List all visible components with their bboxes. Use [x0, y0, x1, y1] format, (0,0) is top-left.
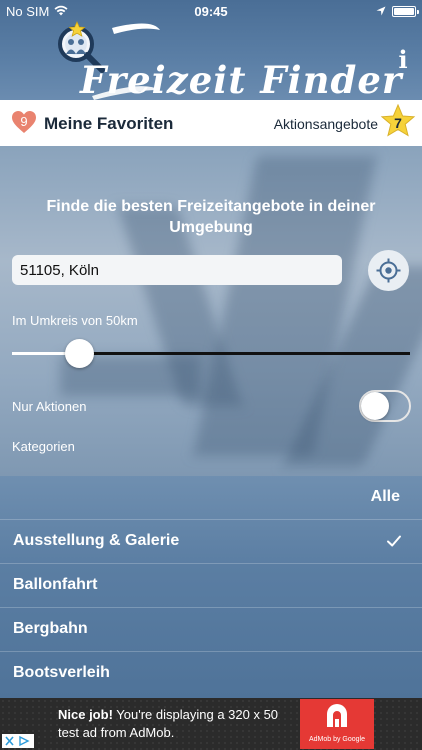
status-time: 09:45 — [194, 4, 228, 19]
radius-slider-thumb[interactable] — [65, 339, 95, 368]
ad-choices-button[interactable] — [2, 734, 34, 748]
ad-caption: AdMob by Google — [308, 736, 366, 743]
categories-label: Kategorien — [12, 439, 75, 454]
category-label: Ausstellung & Galerie — [13, 532, 180, 549]
admob-icon — [327, 704, 347, 727]
favorites-count: 9 — [20, 114, 28, 129]
actions-only-label: Nur Aktionen — [12, 399, 87, 414]
actions-offers-button[interactable]: Aktionsangebote — [274, 116, 378, 132]
category-label: Bergbahn — [13, 620, 88, 637]
ad-text: Nice job! You're displaying a 320 x 50 t… — [58, 706, 298, 742]
status-bar: No SIM 09:45 — [0, 0, 422, 22]
category-label: Bootsverleih — [13, 664, 110, 681]
ad-headline: Nice job! — [58, 707, 113, 722]
category-row[interactable]: Bootsverleih — [0, 651, 422, 695]
headline: Finde die besten Freizeitangebote in dei… — [46, 198, 376, 236]
radius-label: Im Umkreis von 50km — [12, 313, 138, 328]
locate-button[interactable] — [368, 250, 409, 291]
ad-banner[interactable]: Nice job! You're displaying a 320 x 50 t… — [0, 698, 422, 750]
battery-icon — [392, 6, 419, 17]
status-right — [376, 4, 419, 19]
info-button[interactable]: i — [394, 48, 412, 72]
actions-only-toggle[interactable] — [359, 390, 411, 422]
app-header: No SIM 09:45 Freizeit Finder i — [0, 0, 422, 102]
logo-text: Freizeit Finder — [80, 58, 403, 102]
category-row[interactable]: Ausstellung & Galerie — [0, 519, 422, 563]
app-logo: Freizeit Finder — [52, 20, 401, 102]
favorites-button[interactable]: Meine Favoriten — [44, 114, 173, 134]
favorites-bar: 9 Meine Favoriten Aktionsangebote 7 — [0, 100, 422, 146]
actions-count: 7 — [394, 115, 402, 131]
category-row[interactable]: Ballonfahrt — [0, 563, 422, 607]
toggle-knob — [361, 392, 389, 420]
close-icon — [5, 735, 30, 747]
checkmark-icon — [387, 535, 401, 547]
crosshair-icon — [376, 258, 401, 283]
location-arrow-icon — [376, 4, 386, 19]
category-row[interactable]: Bergbahn — [0, 607, 422, 651]
category-label: Ballonfahrt — [13, 576, 98, 593]
location-input[interactable] — [12, 255, 342, 285]
category-all[interactable]: Alle — [371, 488, 400, 506]
